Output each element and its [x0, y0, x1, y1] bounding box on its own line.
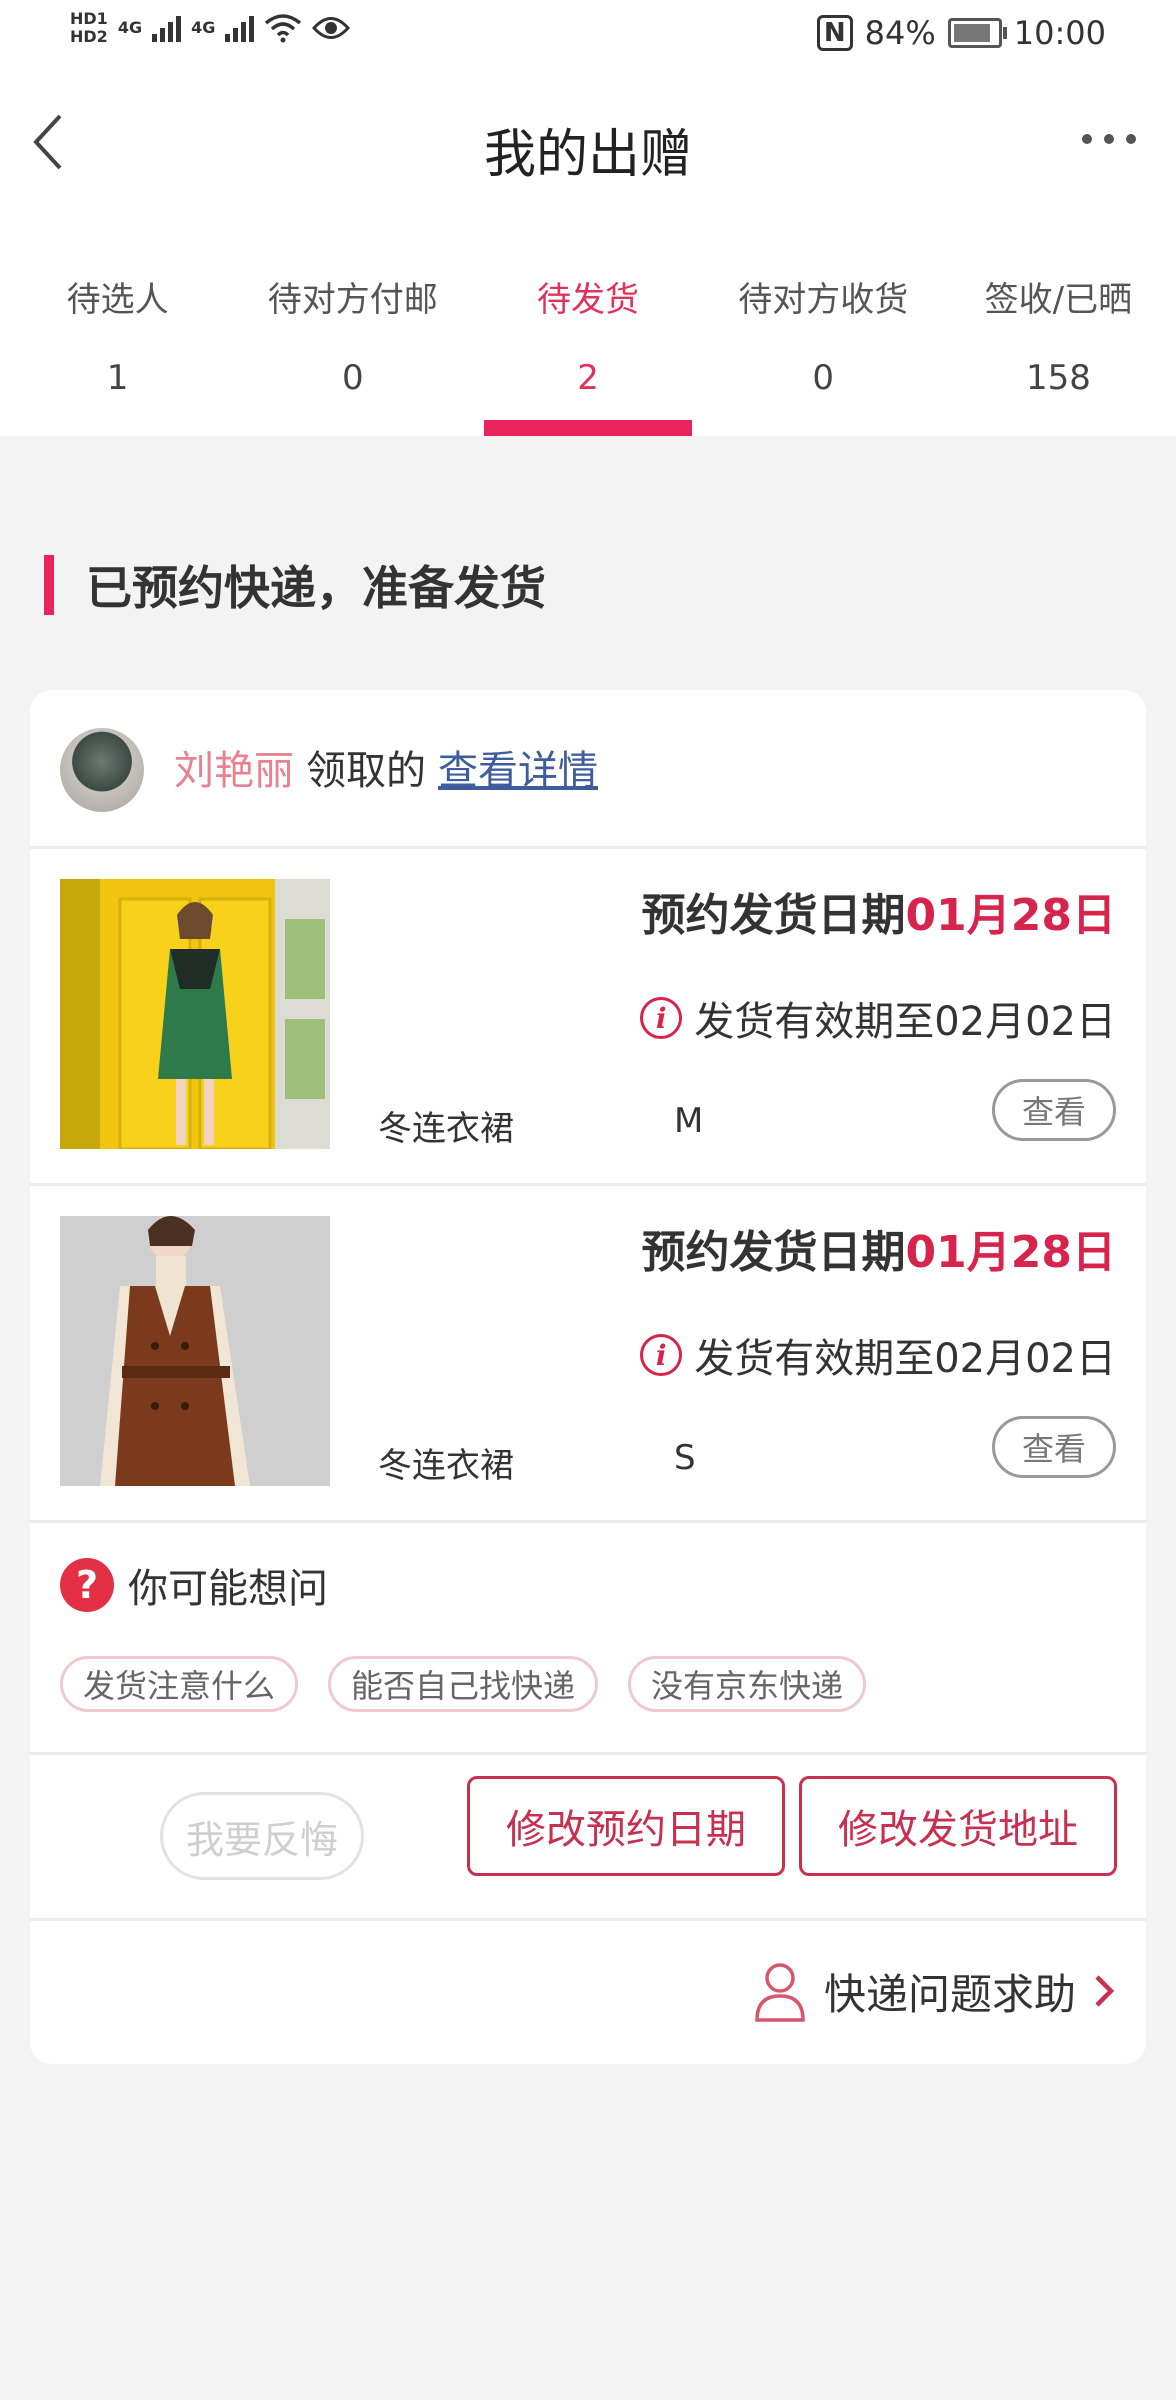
active-tab-indicator: [484, 420, 692, 436]
more-icon[interactable]: [1082, 134, 1136, 144]
status-left: HD1 HD2 4G 4G: [70, 10, 351, 46]
network-label-1: 4G: [117, 18, 143, 37]
tab-count: 1: [106, 358, 129, 398]
divider: [30, 1918, 1146, 1921]
signal-icon: [225, 14, 255, 42]
tab-count: 158: [1025, 358, 1091, 398]
date-label: 预约发货日期: [641, 890, 906, 941]
signal-icon: [152, 14, 182, 42]
faq-header: ? 你可能想问: [60, 1556, 328, 1614]
avatar[interactable]: [60, 728, 144, 812]
list-item: 预约发货日期01月28日 i 发货有效期至02月02日 冬连衣裙 S 查看: [30, 1186, 1146, 1520]
recipient-line: 刘艳丽 领取的 查看详情: [174, 738, 598, 796]
clock: 10:00: [1013, 14, 1106, 52]
product-size: S: [674, 1438, 696, 1478]
page-title: 我的出赠: [483, 125, 692, 185]
date-value: 01月28日: [905, 890, 1116, 941]
hd1-label: HD1: [70, 9, 108, 28]
faq-chip-shipping-notes[interactable]: 发货注意什么: [60, 1656, 299, 1712]
info-icon: i: [640, 1334, 683, 1376]
section-title: 已预约快递，准备发货: [86, 561, 546, 615]
chevron-right-icon: [1095, 1975, 1115, 2007]
view-button[interactable]: 查看: [992, 1079, 1116, 1141]
tab-label: 待对方付邮: [267, 280, 438, 320]
recipient-row: 刘艳丽 领取的 查看详情: [30, 690, 1146, 846]
view-button[interactable]: 查看: [992, 1416, 1116, 1478]
ship-validity: i 发货有效期至02月02日: [640, 989, 1116, 1047]
info-icon: i: [640, 997, 683, 1039]
ship-validity: i 发货有效期至02月02日: [640, 1326, 1116, 1384]
product-name: 冬连衣裙: [378, 1446, 514, 1486]
faq-chips: 发货注意什么 能否自己找快递 没有京东快递: [60, 1656, 867, 1712]
order-card: 刘艳丽 领取的 查看详情 预约发货日期01月28日 i 发货有效期至02月02日…: [30, 690, 1146, 2064]
tab-label: 待发货: [537, 280, 639, 320]
status-bar: HD1 HD2 4G 4G N 84% 10:00: [0, 0, 1176, 72]
faq-title: 你可能想问: [128, 1566, 328, 1612]
product-name: 冬连衣裙: [378, 1109, 514, 1149]
faq-chip-own-courier[interactable]: 能否自己找快递: [328, 1656, 599, 1712]
date-value: 01月28日: [905, 1227, 1116, 1278]
product-size: M: [674, 1101, 704, 1141]
question-icon: ?: [60, 1558, 114, 1612]
change-address-button[interactable]: 修改发货地址: [799, 1776, 1117, 1876]
section-accent-bar: [44, 555, 54, 615]
list-item: 预约发货日期01月28日 i 发货有效期至02月02日 冬连衣裙 M 查看: [30, 849, 1146, 1183]
tab-pending-select[interactable]: 待选人 1: [0, 260, 235, 436]
tab-pending-postage[interactable]: 待对方付邮 0: [235, 260, 470, 436]
received-text: 领取的: [306, 748, 426, 794]
scheduled-ship-date: 预约发货日期01月28日: [642, 1216, 1116, 1280]
tab-label: 待选人: [66, 280, 169, 320]
wifi-icon: [265, 14, 302, 43]
person-icon: [755, 1963, 805, 2022]
section-header: 已预约快递，准备发货: [44, 552, 546, 618]
tab-pending-ship[interactable]: 待发货 2: [470, 260, 705, 436]
battery-percent: 84%: [864, 14, 936, 52]
regret-button[interactable]: 我要反悔: [160, 1792, 364, 1880]
tab-count: 2: [577, 358, 599, 398]
tab-label: 待对方收货: [738, 280, 909, 320]
view-details-link[interactable]: 查看详情: [438, 748, 598, 794]
tab-count: 0: [341, 358, 364, 398]
faq-section: ? 你可能想问 发货注意什么 能否自己找快递 没有京东快递: [30, 1520, 1146, 1750]
tab-label: 签收/已晒: [984, 280, 1133, 320]
tab-pending-receive[interactable]: 待对方收货 0: [706, 260, 941, 436]
status-right: N 84% 10:00: [816, 14, 1106, 52]
network-label-2: 4G: [191, 18, 216, 37]
validity-text: 发货有效期至02月02日: [694, 1336, 1116, 1382]
validity-text: 发货有效期至02月02日: [694, 999, 1116, 1045]
change-date-button[interactable]: 修改预约日期: [467, 1776, 785, 1876]
nav-bar: 我的出赠: [0, 90, 1176, 200]
courier-help-link[interactable]: 快递问题求助: [752, 1960, 1116, 2022]
product-image-green-dress[interactable]: [60, 879, 330, 1149]
battery-icon: [947, 18, 1007, 48]
nfc-icon: N: [816, 15, 853, 51]
eye-icon: [312, 17, 351, 39]
date-label: 预约发货日期: [641, 1227, 906, 1278]
faq-chip-no-jd-express[interactable]: 没有京东快递: [628, 1656, 867, 1712]
product-image-brown-dress[interactable]: [60, 1216, 330, 1486]
scheduled-ship-date: 预约发货日期01月28日: [642, 879, 1116, 943]
courier-help-label: 快递问题求助: [823, 1969, 1076, 2019]
tab-signed-shared[interactable]: 签收/已晒 158: [941, 260, 1176, 436]
hd-indicators: HD1 HD2: [70, 10, 108, 46]
hd2-label: HD2: [70, 27, 108, 46]
status-tabs: 待选人 1 待对方付邮 0 待发货 2 待对方收货 0 签收/已晒 158: [0, 260, 1176, 436]
recipient-name[interactable]: 刘艳丽: [174, 748, 294, 794]
tab-count: 0: [812, 358, 835, 398]
action-bar: 我要反悔 修改预约日期 修改发货地址: [30, 1754, 1146, 1914]
